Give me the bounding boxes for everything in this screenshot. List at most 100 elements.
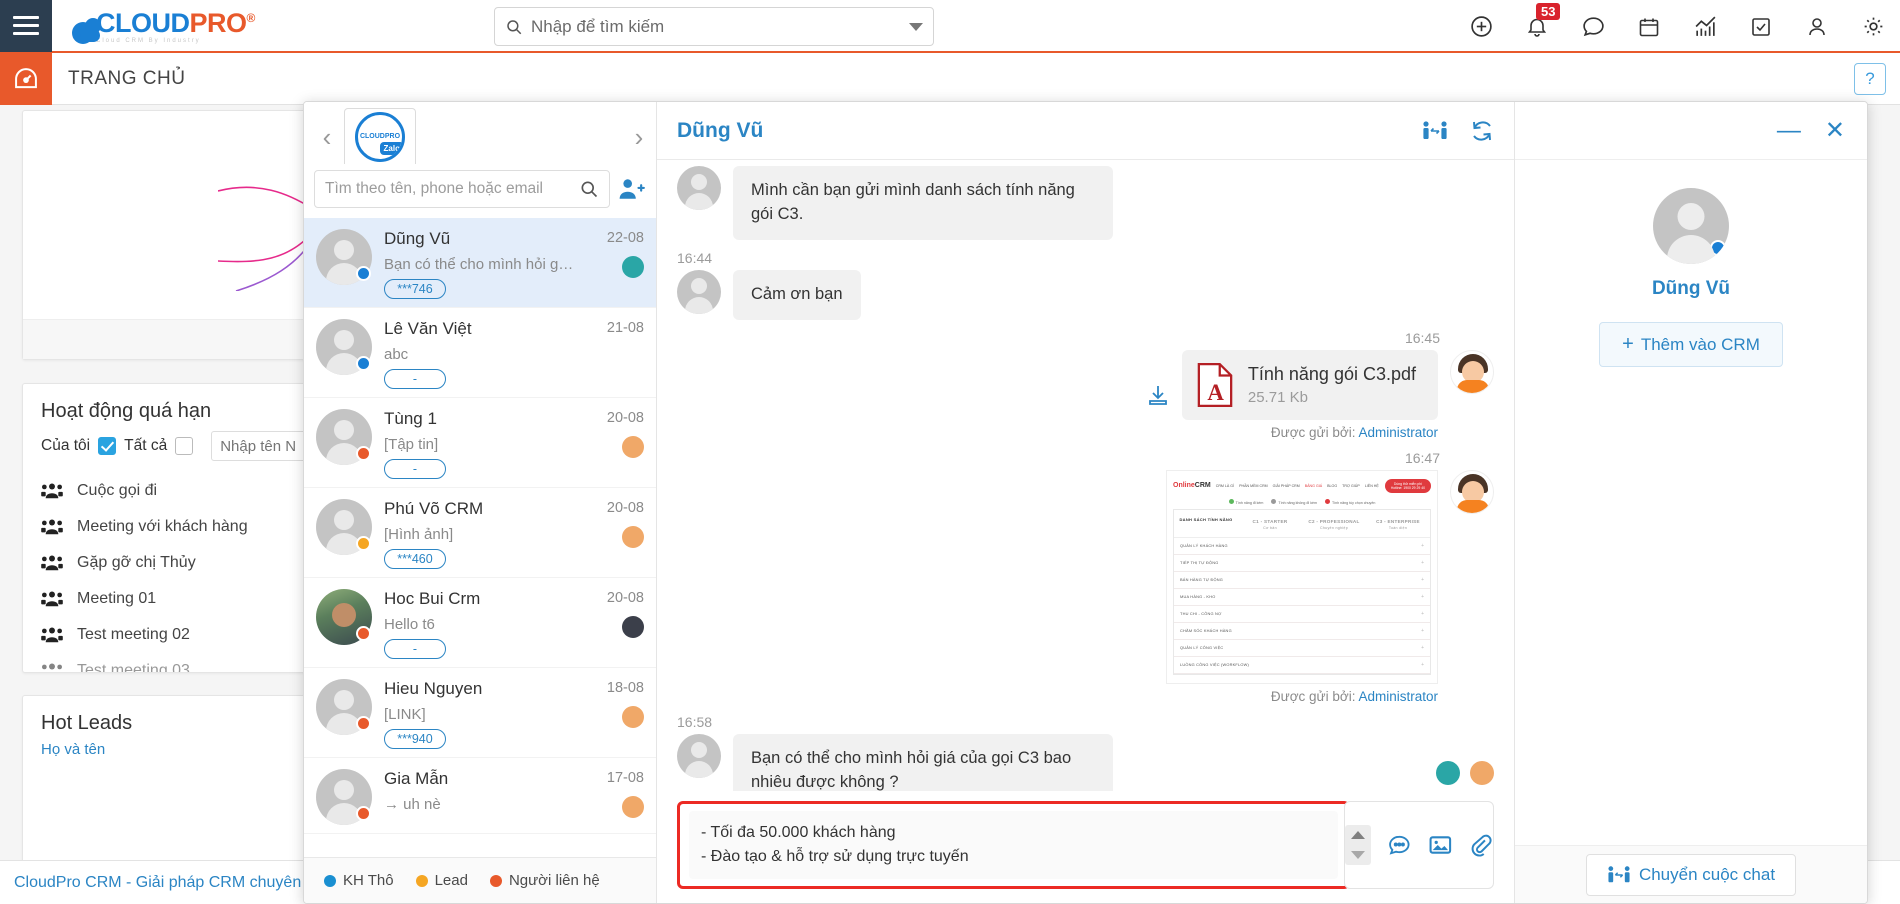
logo-tagline: Cloud CRM By Industry <box>96 38 201 44</box>
contact-info-footer: Chuyển cuộc chat <box>1515 845 1867 903</box>
legend-item-nguoi-lien-he: Người liên hệ <box>489 872 600 889</box>
compose-box-highlighted[interactable]: - Tối đa 50.000 khách hàng - Đào tạo & h… <box>677 801 1350 889</box>
message-row-incoming: Cảm ơn bạn <box>677 269 1494 320</box>
message-timestamp: 16:47 <box>1404 449 1440 466</box>
conversation-item-tung-1[interactable]: Tùng 1 [Tập tin] - 20-08 <box>304 398 656 488</box>
conversation-tag[interactable]: - <box>384 459 446 479</box>
add-circle-icon[interactable] <box>1468 14 1494 40</box>
activity-item-label: Gặp gỡ chị Thủy <box>77 554 196 571</box>
preview-nav-item: GIẢI PHÁP CRM <box>1272 483 1300 488</box>
close-button[interactable]: ✕ <box>1825 118 1845 143</box>
image-icon[interactable] <box>1428 832 1453 858</box>
minimize-button[interactable]: — <box>1777 118 1801 143</box>
conversation-tag[interactable]: - <box>384 639 446 659</box>
image-attachment[interactable]: OnlineCRM CRM LÀ GÌ PHẦN MỀM CRM GIẢI PH… <box>1166 469 1438 684</box>
task-icon[interactable] <box>1748 14 1774 40</box>
group-icon <box>41 591 63 607</box>
avatar <box>316 499 372 555</box>
sent-by-user[interactable]: Administrator <box>1358 689 1438 704</box>
conversation-tag[interactable]: ***940 <box>384 729 446 749</box>
message-compose-area: - Tối đa 50.000 khách hàng - Đào tạo & h… <box>657 791 1514 903</box>
activity-item-label: Test meeting 02 <box>77 626 190 643</box>
conversation-item-dung-vu[interactable]: Dũng Vũ Bạn có thể cho mình hỏi giá củ..… <box>304 218 656 308</box>
page-header: TRANG CHỦ ? <box>0 52 1900 105</box>
chat-window: ‹ CLOUDPRO Zalo › Tìm theo tên, phone ho… <box>303 101 1868 904</box>
stepper-up[interactable] <box>1345 825 1371 845</box>
conversation-tag[interactable]: ***460 <box>384 549 446 569</box>
filter-mine-checkbox[interactable] <box>98 437 117 455</box>
expand-stepper[interactable] <box>1345 825 1371 865</box>
compose-textarea[interactable]: - Tối đa 50.000 khách hàng - Đào tạo & h… <box>689 811 1338 879</box>
gear-icon[interactable] <box>1860 14 1886 40</box>
global-search[interactable] <box>494 7 934 46</box>
svg-text:A: A <box>1207 380 1224 405</box>
conversation-item-hieu-nguyen[interactable]: Hieu Nguyen [LINK] ***940 18-08 <box>304 668 656 758</box>
chevron-down-icon[interactable] <box>909 22 923 31</box>
calendar-icon[interactable] <box>1636 14 1662 40</box>
preview-plan: C1 - STARTER Cơ bản <box>1252 518 1288 530</box>
quick-reply-icon[interactable] <box>1387 832 1412 858</box>
legend-item-kh-tho: KH Thô <box>324 872 394 889</box>
conversation-tag[interactable]: - <box>384 369 446 389</box>
add-people-icon[interactable] <box>618 177 646 201</box>
attachment-icon[interactable] <box>1468 832 1493 858</box>
conversation-item-phu-vo-crm[interactable]: Phú Võ CRM [Hình ảnh] ***460 20-08 <box>304 488 656 578</box>
group-icon <box>41 483 63 499</box>
analytics-icon[interactable] <box>1692 14 1718 40</box>
tab-zalo[interactable]: CLOUDPRO Zalo <box>344 108 416 164</box>
conversation-item-gia-man[interactable]: Gia Mẫn → uh nè 17-08 <box>304 758 656 834</box>
activity-item-label: Test meeting 03 <box>77 662 190 673</box>
conversation-date: 18-08 <box>606 680 644 696</box>
file-attachment-card[interactable]: A Tính năng gói C3.pdf 25.71 Kb <box>1181 349 1438 420</box>
assignee-avatar <box>622 436 644 458</box>
help-button[interactable]: ? <box>1854 63 1886 95</box>
transfer-chat-button[interactable]: Chuyển cuộc chat <box>1585 853 1797 896</box>
conversation-date: 20-08 <box>606 410 644 426</box>
avatar <box>316 679 372 735</box>
menu-toggle-button[interactable] <box>0 0 52 52</box>
search-input[interactable] <box>523 16 909 37</box>
bell-icon[interactable]: 53 <box>1524 2 1561 40</box>
conversation-item-hoc-bui-crm[interactable]: Hoc Bui Crm Hello t6 - 20-08 <box>304 578 656 668</box>
dashboard-icon[interactable] <box>0 52 52 105</box>
message-row-incoming: Bạn có thể cho mình hỏi giá của gọi C3 b… <box>677 733 1494 791</box>
group-icon <box>42 663 62 670</box>
preview-nav-item: BLOG <box>1327 483 1338 488</box>
conversation-name: Lê Văn Việt <box>384 319 472 338</box>
message-panel-header: Dũng Vũ <box>657 102 1514 160</box>
conversation-tag[interactable]: ***746 <box>384 279 446 299</box>
sent-by-user[interactable]: Administrator <box>1358 425 1438 440</box>
sent-by-prefix: Được gửi bởi: <box>1270 424 1356 440</box>
logo-primary-text: CLOUD <box>96 8 190 38</box>
conversation-name: Hoc Bui Crm <box>384 589 481 608</box>
next-channel-button[interactable]: › <box>622 110 656 164</box>
assignee-avatar <box>1470 761 1494 785</box>
stepper-down[interactable] <box>1345 845 1371 865</box>
add-to-crm-button[interactable]: + Thêm vào CRM <box>1599 322 1783 367</box>
refresh-icon[interactable] <box>1470 119 1494 143</box>
transfer-chat-icon[interactable] <box>1422 120 1448 142</box>
compose-toolbar <box>1344 801 1494 889</box>
preview-nav-item: BẢNG GIÁ <box>1304 483 1323 488</box>
conversation-preview: [LINK] <box>384 706 426 723</box>
chat-icon[interactable] <box>1580 14 1606 40</box>
preview-row: MUA HÀNG - KHO + <box>1174 589 1430 606</box>
status-dot <box>356 626 371 641</box>
conversation-search-row <box>304 164 656 218</box>
conversation-search-input[interactable] <box>325 180 579 198</box>
conversation-search-box[interactable] <box>314 170 610 208</box>
filter-all-checkbox[interactable] <box>175 437 194 455</box>
status-legend: KH Thô Lead Người liên hệ <box>304 857 656 903</box>
conversation-date: 20-08 <box>606 500 644 516</box>
app-logo[interactable]: CLOUDPRO® Cloud CRM By Industry <box>72 0 255 52</box>
group-icon <box>41 555 63 571</box>
search-icon[interactable] <box>579 179 599 199</box>
message-row-outgoing-file: A Tính năng gói C3.pdf 25.71 Kb Được gửi… <box>677 349 1494 440</box>
conversation-item-le-van-viet[interactable]: Lê Văn Việt abc - 21-08 <box>304 308 656 398</box>
zalo-label: Zalo <box>379 141 402 155</box>
group-icon <box>41 627 63 643</box>
user-icon[interactable] <box>1804 14 1830 40</box>
prev-channel-button[interactable]: ‹ <box>310 110 344 164</box>
compose-line-2: - Đào tạo & hỗ trợ sử dụng trực tuyến <box>701 848 969 865</box>
download-icon[interactable] <box>1146 383 1170 407</box>
